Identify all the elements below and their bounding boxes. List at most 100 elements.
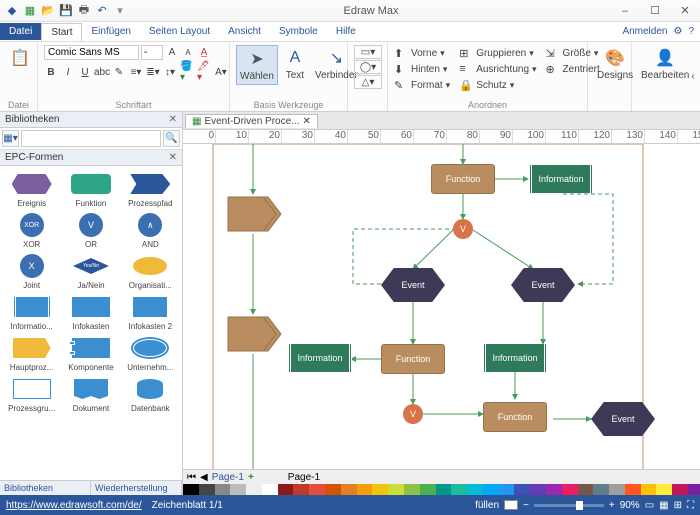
page-add-button[interactable]: + [248,472,254,483]
page-tab-1[interactable]: Page-1 [212,472,244,483]
shape-xor[interactable]: XORXOR [3,212,61,249]
node-function3[interactable]: Function [483,402,547,432]
node-arrow2[interactable] [228,314,283,354]
shape-dokument[interactable]: Dokument [62,376,120,413]
qat-open-icon[interactable]: 📂 [40,3,56,19]
minimize-button[interactable]: – [610,0,640,22]
maximize-button[interactable]: ☐ [640,0,670,22]
font-case-icon[interactable]: A̲ [197,45,211,59]
designs-button[interactable]: 🎨Designs [594,45,636,83]
login-link[interactable]: Anmelden [622,26,667,37]
italic-button[interactable]: I [61,65,75,79]
zoom-slider[interactable] [534,504,604,507]
underline-button[interactable]: U [78,65,92,79]
tab-help[interactable]: Hilfe [327,23,365,40]
search-icon[interactable]: 🔍 [163,130,180,147]
list-icon[interactable]: ≣▾ [146,65,160,79]
epc-close-icon[interactable]: ✕ [169,152,177,163]
qat-more-icon[interactable]: ▾ [112,3,128,19]
text-tool[interactable]: AText [281,45,309,83]
shape-komponente[interactable]: Komponente [62,335,120,372]
shape-ereignis[interactable]: Ereignis [3,171,61,208]
shape-janein[interactable]: Yes/NoJa/Nein [62,253,120,290]
font-size-select[interactable] [141,45,163,60]
status-fill-swatch[interactable] [504,500,518,510]
view-mode2-icon[interactable]: ▦ [659,500,668,511]
shape-gallery3-icon[interactable]: △▾ [354,75,382,89]
format-button[interactable]: ✎Format▾ [394,77,450,93]
tab-file[interactable]: Datei [0,23,41,40]
qat-print-icon[interactable]: 🖶 [76,3,92,19]
tab-insert[interactable]: Einfügen [82,23,139,40]
lib-search-input[interactable] [21,130,161,147]
node-v2[interactable]: V [403,404,423,424]
node-information2[interactable]: Information [288,344,352,372]
shape-gallery2-icon[interactable]: ◯▾ [354,60,382,74]
shape-infokasten2[interactable]: Infokasten 2 [121,294,179,331]
shape-joint[interactable]: XJoint [3,253,61,290]
line-icon[interactable]: 🖊▾ [197,65,211,79]
fontcolor-icon[interactable]: A▾ [214,65,228,79]
tab-page-layout[interactable]: Seiten Layout [140,23,219,40]
align-button[interactable]: ≡Ausrichtung▾ [459,61,536,77]
shape-information[interactable]: Informatio... [3,294,61,331]
shape-infokasten[interactable]: Infokasten [62,294,120,331]
group-button[interactable]: ⊞Gruppieren▾ [459,45,536,61]
doc-tab-close-icon[interactable]: ✕ [303,116,311,127]
spacing-icon[interactable]: ↕▾ [163,65,177,79]
fill-icon[interactable]: 🪣▾ [180,65,194,79]
node-function2[interactable]: Function [381,344,445,374]
node-v1[interactable]: V [453,219,473,239]
qat-save-icon[interactable]: 💾 [58,3,74,19]
shape-or[interactable]: VOR [62,212,120,249]
qat-new-icon[interactable]: ▦ [22,3,38,19]
help-icon[interactable]: ? [688,26,694,37]
node-information1[interactable]: Information [529,165,593,193]
page-prev-icon[interactable]: ⏮ [187,472,196,483]
view-mode4-icon[interactable]: ⛶ [687,500,694,511]
zoom-in-icon[interactable]: + [609,500,615,511]
shape-organisation[interactable]: Organisati... [121,253,179,290]
view-mode1-icon[interactable]: ▭ [645,500,654,511]
close-button[interactable]: ✕ [670,0,700,22]
strike-button[interactable]: abc [95,65,109,79]
shape-hauptprozess[interactable]: Hauptproz... [3,335,61,372]
highlight-icon[interactable]: ✎ [112,65,126,79]
font-grow-icon[interactable]: A [165,45,179,59]
node-event1[interactable]: Event [381,268,445,302]
tab-view[interactable]: Ansicht [219,23,270,40]
node-arrow1[interactable] [228,194,283,234]
qat-undo-icon[interactable]: ↶ [94,3,110,19]
status-url[interactable]: https://www.edrawsoft.com/de/ [6,500,142,511]
select-tool[interactable]: ➤Wählen [236,45,278,85]
footer-tab-libraries[interactable]: Bibliotheken [0,481,91,495]
bullet-icon[interactable]: ≡▾ [129,65,143,79]
tab-start[interactable]: Start [41,23,82,41]
shape-and[interactable]: ∧AND [121,212,179,249]
shape-prozesspfad[interactable]: Prozesspfad [121,171,179,208]
shape-unternehmen[interactable]: Unternehm... [121,335,179,372]
bold-button[interactable]: B [44,65,58,79]
document-tab[interactable]: ▦Event-Driven Proce...✕ [185,114,318,128]
shape-datenbank[interactable]: Datenbank [121,376,179,413]
node-event3[interactable]: Event [591,402,655,436]
canvas[interactable]: Function Information V Event Event Infor… [183,144,700,469]
lib-drop-icon[interactable]: ▦▾ [2,130,19,147]
shape-prozessgruppe[interactable]: Prozessgru... [3,376,61,413]
page-back-icon[interactable]: ◀ [200,472,208,483]
edit-button[interactable]: 👤Bearbeiten [638,45,692,83]
shape-gallery-icon[interactable]: ▭▾ [354,45,382,59]
protect-button[interactable]: 🔒Schutz▾ [459,77,536,93]
zoom-out-icon[interactable]: − [523,500,529,511]
node-event2[interactable]: Event [511,268,575,302]
send-back-button[interactable]: ⬇Hinten▾ [394,61,450,77]
settings-icon[interactable]: ⚙ [673,26,682,37]
bring-front-button[interactable]: ⬆Vorne▾ [394,45,450,61]
page-tab-2[interactable]: Page-1 [288,472,320,483]
view-mode3-icon[interactable]: ⊞ [674,500,682,511]
footer-tab-recovery[interactable]: Wiederherstellung [91,481,182,495]
font-shrink-icon[interactable]: A [181,45,195,59]
node-function1[interactable]: Function [431,164,495,194]
paste-button[interactable]: 📋 [6,45,34,71]
font-name-select[interactable] [44,45,139,60]
